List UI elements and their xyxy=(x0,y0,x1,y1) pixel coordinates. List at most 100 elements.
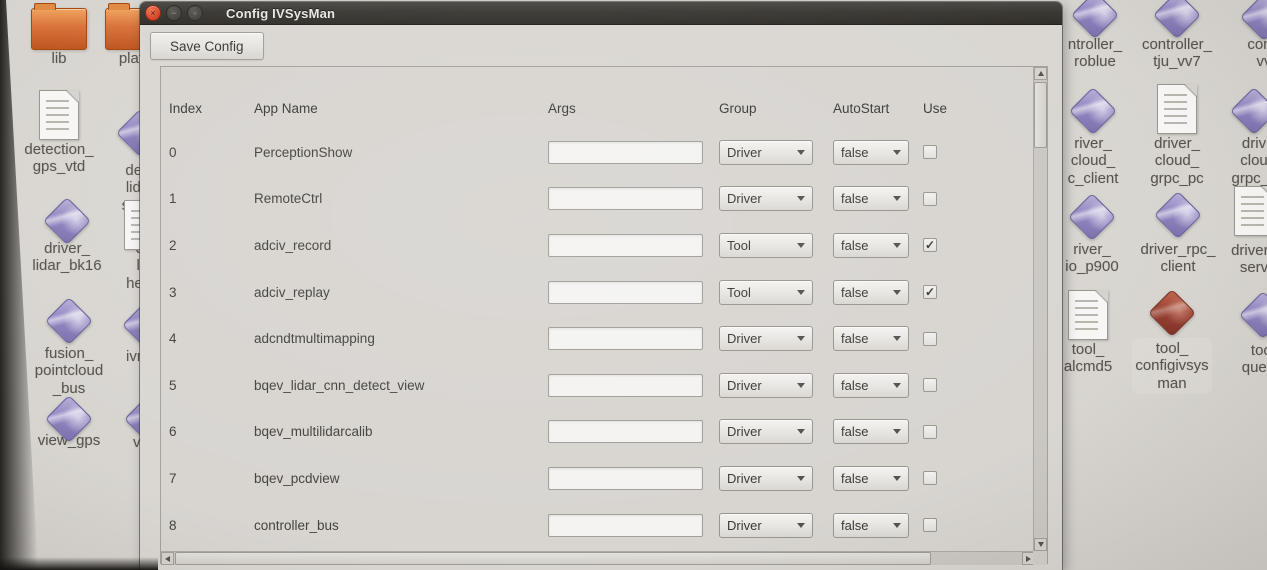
use-checkbox[interactable]: ✓ xyxy=(923,238,937,252)
group-select[interactable]: Driver xyxy=(719,513,813,538)
monitor-bezel-edge xyxy=(0,0,38,570)
close-icon[interactable]: × xyxy=(145,5,161,21)
desktop-icon-label: driver_rpc_ client xyxy=(1130,241,1226,276)
horizontal-scrollbar[interactable] xyxy=(161,551,1035,565)
autostart-select[interactable]: false xyxy=(833,466,909,491)
use-checkbox[interactable] xyxy=(923,378,937,392)
args-input[interactable] xyxy=(548,187,703,210)
args-input[interactable] xyxy=(548,420,703,443)
chevron-down-icon xyxy=(797,336,805,341)
desktop-icon-label: driv clou grpc_s xyxy=(1214,135,1267,187)
autostart-select[interactable]: false xyxy=(833,419,909,444)
autostart-select-value: false xyxy=(841,331,868,346)
app-diamond-icon xyxy=(1155,192,1201,238)
autostart-select[interactable]: false xyxy=(833,280,909,305)
row-index: 8 xyxy=(169,518,254,533)
group-select[interactable]: Tool xyxy=(719,233,813,258)
group-select[interactable]: Driver xyxy=(719,140,813,165)
desktop-icon[interactable]: driv clou grpc_s xyxy=(1214,88,1267,187)
vertical-scrollbar[interactable] xyxy=(1033,67,1047,551)
desktop-icon[interactable]: fusion_ pointcloud _bus xyxy=(19,298,119,397)
horizontal-scroll-thumb[interactable] xyxy=(175,552,931,565)
desktop-icon[interactable]: controller_ tju_vv7 xyxy=(1129,0,1225,71)
save-config-button[interactable]: Save Config xyxy=(150,32,264,60)
desktop-icon[interactable]: ntroller_ roblue xyxy=(1049,0,1141,71)
desktop-icon[interactable]: view_gps xyxy=(21,396,117,449)
use-checkbox[interactable] xyxy=(923,332,937,346)
desktop-icon[interactable]: driver_ serv xyxy=(1214,186,1267,277)
use-checkbox[interactable] xyxy=(923,192,937,206)
desktop-icon-label: fusion_ pointcloud _bus xyxy=(19,345,119,397)
group-select[interactable]: Driver xyxy=(719,419,813,444)
window-titlebar[interactable]: × − ▫ Config IVSysMan xyxy=(140,2,1062,25)
folder-icon xyxy=(31,8,87,50)
scroll-up-button[interactable] xyxy=(1034,67,1047,80)
minimize-icon[interactable]: − xyxy=(166,5,182,21)
use-checkbox[interactable]: ✓ xyxy=(923,285,937,299)
maximize-icon[interactable]: ▫ xyxy=(187,5,203,21)
args-input[interactable] xyxy=(548,374,703,397)
autostart-select[interactable]: false xyxy=(833,326,909,351)
desktop-icon-glyph-slot xyxy=(1129,0,1225,34)
autostart-select[interactable]: false xyxy=(833,373,909,398)
args-input[interactable] xyxy=(548,467,703,490)
use-checkbox[interactable] xyxy=(923,145,937,159)
args-input[interactable] xyxy=(548,141,703,164)
table-row: 3 adciv_replay Tool false ✓ xyxy=(161,269,1033,316)
use-checkbox[interactable] xyxy=(923,518,937,532)
vertical-scroll-thumb[interactable] xyxy=(1034,82,1047,148)
use-checkbox[interactable] xyxy=(923,425,937,439)
autostart-select-value: false xyxy=(841,285,868,300)
autostart-select[interactable]: false xyxy=(833,186,909,211)
desktop-icon-glyph-slot xyxy=(1049,0,1141,34)
use-checkbox[interactable] xyxy=(923,471,937,485)
scroll-left-button[interactable] xyxy=(161,552,174,565)
autostart-select[interactable]: false xyxy=(833,233,909,258)
desktop-icon[interactable]: detection_ gps_vtd xyxy=(11,90,107,176)
group-select-value: Driver xyxy=(727,518,762,533)
desktop-icon-glyph-slot xyxy=(1131,84,1223,133)
desktop-icon[interactable]: driver_rpc_ client xyxy=(1130,192,1226,276)
desktop-icon-glyph-slot xyxy=(21,396,117,430)
autostart-select[interactable]: false xyxy=(833,140,909,165)
chevron-down-icon xyxy=(797,243,805,248)
group-select[interactable]: Driver xyxy=(719,466,813,491)
autostart-select-value: false xyxy=(841,191,868,206)
args-input[interactable] xyxy=(548,327,703,350)
desktop-icon[interactable]: driver_ cloud_ grpc_pc xyxy=(1131,84,1223,187)
app-diamond-icon xyxy=(1240,292,1267,338)
desktop-icon[interactable]: driver_ lidar_bk16 xyxy=(19,198,115,275)
group-select-value: Driver xyxy=(727,471,762,486)
desktop-icon-label: ntroller_ roblue xyxy=(1049,36,1141,71)
group-select[interactable]: Driver xyxy=(719,373,813,398)
header-index: Index xyxy=(169,101,254,116)
desktop-icon[interactable]: tool_ configivsys man xyxy=(1132,290,1212,394)
group-select-value: Driver xyxy=(727,145,762,160)
group-select[interactable]: Driver xyxy=(719,326,813,351)
scroll-down-button[interactable] xyxy=(1034,538,1047,551)
autostart-select[interactable]: false xyxy=(833,513,909,538)
desktop-icon[interactable]: contr vv xyxy=(1224,0,1267,71)
chevron-down-icon xyxy=(893,429,901,434)
desktop-icon-glyph-slot xyxy=(1214,88,1267,133)
table-row: 6 bqev_multilidarcalib Driver false xyxy=(161,409,1033,456)
row-index: 1 xyxy=(169,191,254,206)
args-input[interactable] xyxy=(548,234,703,257)
desktop-icon[interactable]: tool queryr xyxy=(1223,292,1267,377)
chevron-down-icon xyxy=(797,150,805,155)
group-select-value: Driver xyxy=(727,331,762,346)
table-row: 0 PerceptionShow Driver false xyxy=(161,129,1033,176)
args-input[interactable] xyxy=(548,514,703,537)
triangle-right-icon xyxy=(1026,556,1031,562)
desktop-icon-glyph-slot xyxy=(11,90,107,139)
chevron-down-icon xyxy=(893,336,901,341)
group-select[interactable]: Tool xyxy=(719,280,813,305)
app-diamond-icon xyxy=(1231,88,1267,134)
group-select[interactable]: Driver xyxy=(719,186,813,211)
autostart-select-value: false xyxy=(841,378,868,393)
desktop-icon[interactable]: lib xyxy=(24,8,94,67)
app-diamond-icon xyxy=(1154,0,1200,38)
args-input[interactable] xyxy=(548,281,703,304)
app-name: controller_bus xyxy=(254,518,548,533)
desktop-icon-label: driver_ lidar_bk16 xyxy=(19,240,115,275)
